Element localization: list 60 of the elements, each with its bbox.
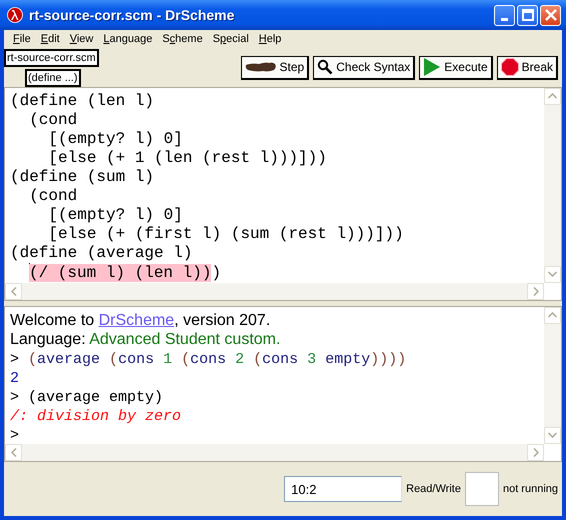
foot-icon <box>244 60 277 74</box>
lambda-logo-icon <box>7 7 23 23</box>
code-line: [(empty? l) 0] <box>47 206 184 225</box>
maximize-icon <box>522 9 534 21</box>
scroll-down-button[interactable] <box>544 266 561 283</box>
running-indicator <box>464 472 499 506</box>
menu-item[interactable]: Language <box>98 32 158 45</box>
code-line: (define (average l) <box>10 244 194 263</box>
scroll-left-button[interactable] <box>5 282 22 300</box>
cursor-position-field: 10:2 <box>284 476 402 502</box>
horizontal-scrollbar[interactable] <box>5 282 544 300</box>
vertical-scrollbar[interactable] <box>544 306 561 444</box>
repl-line: > (average empty) <box>10 388 164 406</box>
menu-item[interactable]: Special <box>208 32 254 45</box>
repl-line: /: division by zero <box>10 406 182 424</box>
vertical-scrollbar[interactable] <box>544 88 561 283</box>
menu-item[interactable]: File <box>8 32 36 45</box>
code-line: (cond <box>28 110 78 130</box>
code-line: (define (len l) <box>10 92 156 111</box>
welcome-text: Welcome to DrScheme, version 207. <box>10 310 272 330</box>
file-name-button[interactable]: rt-source-corr.scm <box>4 48 99 67</box>
break-button[interactable]: Break <box>496 56 558 80</box>
code-line: [else (+ 1 (len (rest l)))])) <box>47 148 328 168</box>
code-line: [else (+ (first l) (sum (rest l)))])) <box>47 224 405 244</box>
close-icon <box>544 9 556 21</box>
interactions-pane[interactable]: Welcome to DrScheme, version 207. Language: Advanced Student custom. > (average (cons 1 (cons 2 (cons 3 empty)))) 2 > (average empty) /: division by zero > <box>4 306 562 462</box>
close-button[interactable] <box>540 4 561 26</box>
window-title: rt-source-corr.scm - DrScheme <box>29 7 236 23</box>
menu-item[interactable]: Edit <box>36 32 65 45</box>
code-line: (define (sum l) <box>10 168 156 187</box>
read-write-mode: Read/Write <box>406 482 461 495</box>
menu-item[interactable]: View <box>64 32 98 45</box>
menu-item[interactable]: Help <box>254 32 286 45</box>
horizontal-scrollbar[interactable] <box>5 444 544 460</box>
scroll-up-button[interactable] <box>544 88 561 105</box>
scroll-right-button[interactable] <box>527 444 544 460</box>
repl-line: > (average (cons 1 (cons 2 (cons 3 empty)))) <box>10 350 408 368</box>
minimize-icon <box>501 18 508 20</box>
play-icon <box>423 58 442 76</box>
scroll-left-button[interactable] <box>5 444 22 460</box>
language-text: Language: Advanced Student custom. <box>10 330 282 348</box>
repl-line: 2 <box>10 368 20 386</box>
check-syntax-button[interactable]: Check Syntax <box>313 56 416 80</box>
definitions-editor[interactable]: (define (len l) (cond [(empty? l) 0] [else (+ 1 (len (rest l)))])) (define (sum l) (cond [(empty? l) 0] [else (+ (first l) (sum (rest l)))])) (define (average l) (/ (sum l) (len l))) <box>4 86 562 301</box>
repl-line: > <box>10 426 20 444</box>
code-line: [(empty? l) 0] <box>47 130 184 149</box>
menu-item[interactable]: Scheme <box>157 32 208 45</box>
definitions-menu-button[interactable]: (define ...) <box>25 68 81 87</box>
scroll-down-button[interactable] <box>544 426 561 444</box>
scroll-right-button[interactable] <box>527 282 544 300</box>
drscheme-link[interactable]: DrScheme <box>98 312 174 328</box>
search-icon <box>317 59 334 76</box>
scroll-up-button[interactable] <box>544 306 561 324</box>
step-button[interactable]: Step <box>240 56 310 80</box>
execute-button[interactable]: Execute <box>419 56 493 80</box>
running-status: not running <box>502 482 558 495</box>
stop-icon <box>500 58 519 76</box>
maximize-button[interactable] <box>517 4 538 26</box>
minimize-button[interactable] <box>494 4 515 26</box>
code-line: (cond <box>28 186 78 206</box>
